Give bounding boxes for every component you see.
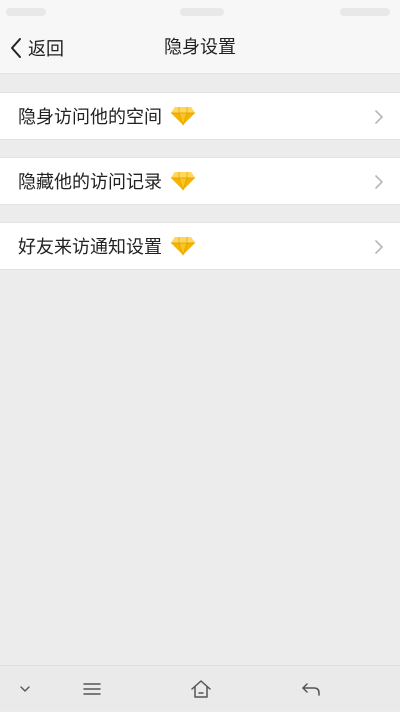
- home-nav-button[interactable]: [180, 666, 222, 712]
- menu-item-label: 好友来访通知设置: [18, 237, 162, 258]
- back-arrow-icon: [302, 683, 320, 696]
- home-icon: [191, 680, 211, 698]
- menu-icon: [83, 683, 101, 695]
- chevron-right-icon: [375, 110, 383, 124]
- collapse-down-icon: [20, 686, 30, 692]
- back-button[interactable]: 返回: [8, 22, 64, 74]
- back-chevron-icon: [11, 38, 21, 58]
- chevron-right-icon: [375, 175, 383, 189]
- menu-nav-button[interactable]: [72, 666, 112, 712]
- menu-item-label: 隐藏他的访问记录: [18, 172, 162, 193]
- menu-item-invisible-visit[interactable]: 隐身访问他的空间: [0, 92, 400, 140]
- chevron-right-icon: [375, 240, 383, 254]
- collapse-nav-button[interactable]: [10, 666, 40, 712]
- status-bar-blurred-right: [340, 8, 390, 16]
- diamond-icon: [171, 172, 195, 191]
- status-bar-blurred-center: [180, 8, 224, 16]
- diamond-icon: [171, 237, 195, 256]
- back-nav-button[interactable]: [290, 666, 332, 712]
- status-bar-blurred-left: [6, 8, 46, 16]
- menu-item-friend-visit-notify[interactable]: 好友来访通知设置: [0, 222, 400, 270]
- system-nav-bar: [0, 665, 400, 711]
- diamond-icon: [171, 107, 195, 126]
- status-bar: [0, 0, 400, 22]
- back-label: 返回: [28, 39, 64, 60]
- menu-item-hide-visit-record[interactable]: 隐藏他的访问记录: [0, 157, 400, 205]
- menu-item-label: 隐身访问他的空间: [18, 107, 162, 128]
- nav-bar: 返回 隐身设置: [0, 22, 400, 74]
